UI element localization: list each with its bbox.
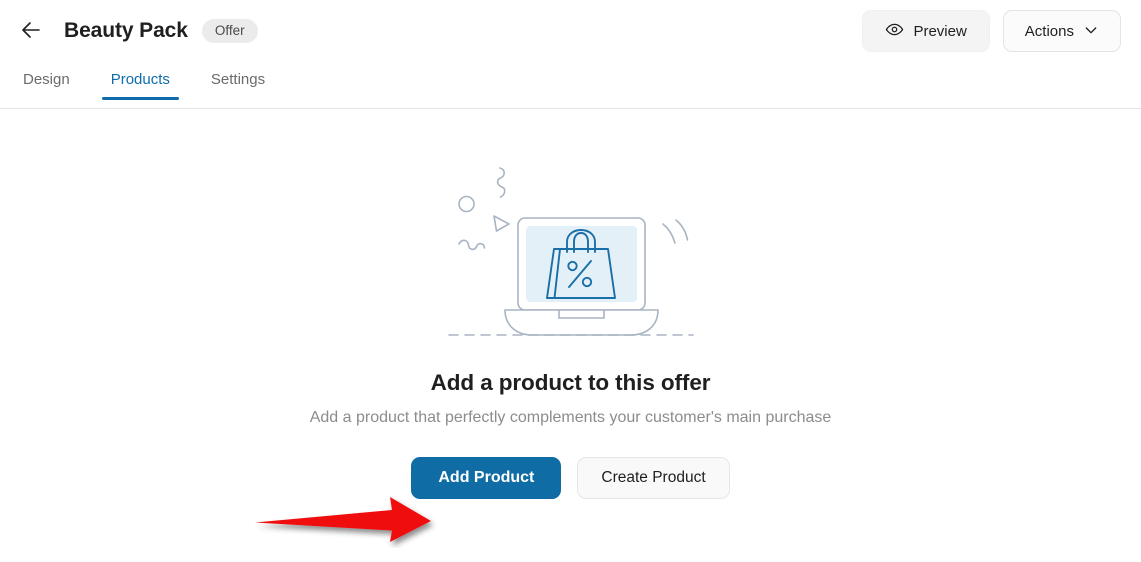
preview-button-label: Preview [913,22,967,40]
back-button[interactable] [14,14,48,48]
create-product-button[interactable]: Create Product [577,457,730,499]
red-pointer-arrow [250,492,440,548]
laptop-shopping-bag-discount-icon [441,146,701,346]
actions-button-label: Actions [1024,22,1074,40]
tab-design[interactable]: Design [14,62,79,100]
status-badge: Offer [201,18,258,44]
preview-button[interactable]: Preview [862,10,990,52]
app-header: Beauty Pack Offer Preview Actions [0,0,1141,62]
empty-state-subtitle: Add a product that perfectly complements… [309,409,832,426]
empty-state: Add a product to this offer Add a produc… [0,109,1141,499]
page-title: Beauty Pack [64,19,188,42]
empty-state-actions: Add Product Create Product [411,457,730,499]
actions-button[interactable]: Actions [1002,10,1121,52]
tab-products[interactable]: Products [101,62,180,100]
chevron-down-icon [1083,22,1099,41]
arrow-left-icon [19,18,43,45]
header-actions-group: Preview Actions [862,10,1121,52]
eye-icon [885,20,904,42]
add-product-button[interactable]: Add Product [411,457,562,499]
tab-settings[interactable]: Settings [202,62,274,100]
tab-bar: Design Products Settings [0,62,1141,109]
empty-state-title: Add a product to this offer [430,370,711,395]
